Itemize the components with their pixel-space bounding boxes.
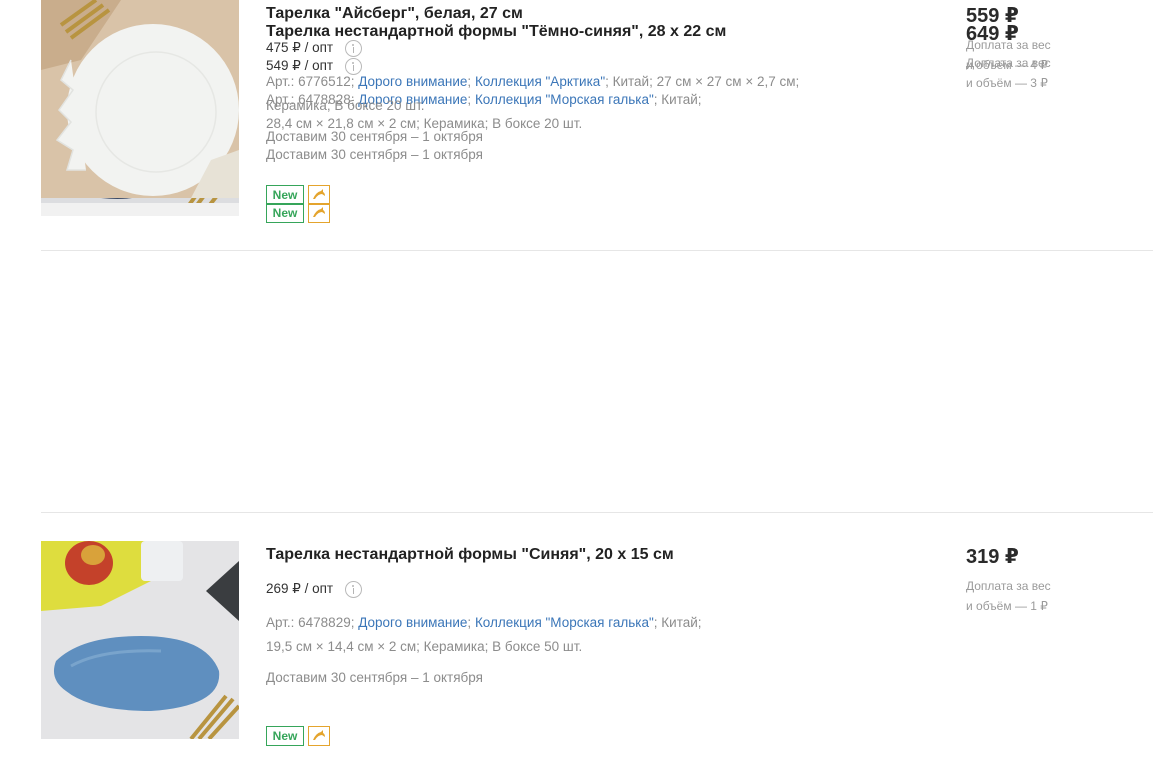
surcharge-line-2: и объём — 4 ₽: [966, 57, 1048, 72]
product-price: 319 ₽: [966, 546, 1019, 568]
tag-separator: ;: [467, 615, 472, 630]
divider: [41, 250, 1153, 251]
meta-specs: Керамика; В боксе 20 шт.: [266, 98, 425, 113]
dolphin-icon[interactable]: [308, 726, 330, 746]
article-number: Арт.: 6776512;: [266, 74, 355, 89]
product-image[interactable]: [41, 541, 239, 739]
divider: [41, 512, 1153, 513]
product-title[interactable]: Тарелка "Айсберг", белая, 27 см: [266, 4, 906, 24]
info-icon[interactable]: [345, 580, 363, 598]
info-icon[interactable]: [345, 39, 363, 57]
delivery-date: Доставим 30 сентября – 1 октября: [266, 670, 483, 685]
tag-separator: ;: [467, 74, 472, 89]
badges: New: [266, 726, 330, 746]
tag-link-attention[interactable]: Дорого внимание: [358, 74, 467, 89]
meta-rest: ; Китай; 27 см × 27 см × 2,7 см;: [605, 74, 800, 89]
meta-specs: 19,5 см × 14,4 см × 2 см; Керамика; В бо…: [266, 639, 583, 654]
delivery-date: Доставим 30 сентября – 1 октября: [266, 129, 483, 144]
new-badge: New: [266, 726, 304, 746]
new-badge: New: [266, 185, 304, 205]
wholesale-price: 475 ₽ / опт: [266, 38, 906, 58]
product-image[interactable]: [41, 0, 239, 198]
product-card: Тарелка "Айсберг", белая, 27 см 475 ₽ / …: [41, 0, 1153, 230]
product-price: 559 ₽: [966, 5, 1019, 27]
surcharge-note: Доплата за вес и объём — 1 ₽: [966, 577, 1146, 616]
product-title[interactable]: Тарелка нестандартной формы "Синяя", 20 …: [266, 545, 906, 565]
wholesale-price-text: 475 ₽ / опт: [266, 40, 334, 55]
surcharge-note: Доплата за вес и объём — 4 ₽: [966, 36, 1146, 75]
collection-link[interactable]: Коллекция "Морская галька": [475, 615, 654, 630]
badges: New: [266, 185, 330, 205]
price-column: 559 ₽ Доплата за вес и объём — 4 ₽: [966, 0, 1146, 75]
surcharge-line-1: Доплата за вес: [966, 38, 1051, 52]
tag-link-attention[interactable]: Дорого внимание: [358, 615, 467, 630]
surcharge-line-2: и объём — 1 ₽: [966, 598, 1048, 613]
wholesale-price-text: 269 ₽ / опт: [266, 581, 334, 596]
product-meta: Арт.: 6776512; Дорого внимание; Коллекци…: [266, 70, 906, 118]
dolphin-icon[interactable]: [308, 185, 330, 205]
surcharge-line-1: Доплата за вес: [966, 579, 1051, 593]
meta-rest: ; Китай;: [653, 615, 702, 630]
collection-link[interactable]: Коллекция "Арктика": [475, 74, 605, 89]
product-card: Тарелка нестандартной формы "Синяя", 20 …: [41, 541, 1153, 771]
product-meta: Арт.: 6478829; Дорого внимание; Коллекци…: [266, 611, 906, 659]
wholesale-price: 269 ₽ / опт: [266, 579, 906, 599]
article-number: Арт.: 6478829;: [266, 615, 355, 630]
price-column: 319 ₽ Доплата за вес и объём — 1 ₽: [966, 541, 1146, 616]
